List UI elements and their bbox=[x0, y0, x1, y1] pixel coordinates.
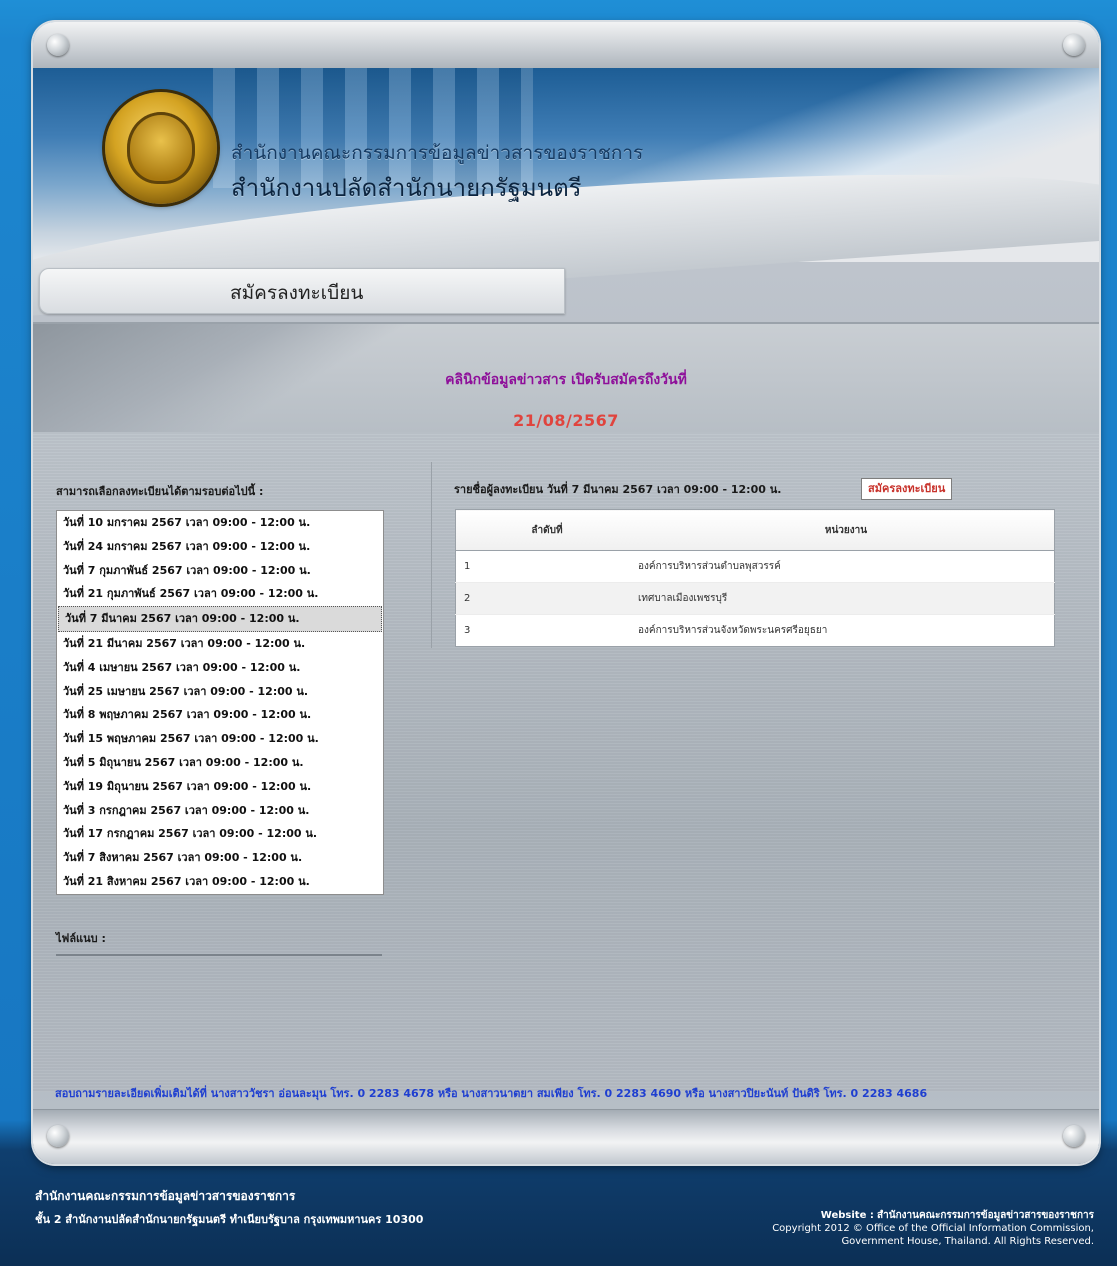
row-agency: องค์การบริหารส่วนตำบลพุสวรรค์ bbox=[638, 550, 1055, 583]
main-frame: สำนักงานคณะกรรมการข้อมูลข่าวสารของราชการ… bbox=[33, 22, 1099, 1164]
top-metal-bar bbox=[33, 22, 1099, 69]
register-tab-label: สมัครลงทะเบียน bbox=[230, 282, 364, 304]
bolt-icon bbox=[47, 34, 69, 56]
registrants-heading: รายชื่อผู้ลงทะเบียน วันที่ 7 มีนาคม 2567… bbox=[454, 483, 782, 496]
round-option[interactable]: วันที่ 8 พฤษภาคม 2567 เวลา 09:00 - 12:00… bbox=[57, 703, 383, 727]
bolt-icon bbox=[1063, 34, 1085, 56]
copyright-line-2: Government House, Thailand. All Rights R… bbox=[841, 1236, 1094, 1247]
bolt-icon bbox=[47, 1125, 69, 1147]
row-order: 3 bbox=[455, 614, 638, 647]
row-agency: องค์การบริหารส่วนจังหวัดพระนครศรีอยุธยา bbox=[638, 614, 1055, 647]
table-row: 1 องค์การบริหารส่วนตำบลพุสวรรค์ bbox=[455, 550, 1055, 583]
round-option[interactable]: วันที่ 21 มีนาคม 2567 เวลา 09:00 - 12:00… bbox=[57, 632, 383, 656]
attachment-divider bbox=[56, 954, 382, 956]
org-name: สำนักงานคณะกรรมการข้อมูลข่าวสารของราชการ bbox=[231, 142, 644, 164]
notice-text: คลินิกข้อมูลข่าวสาร เปิดรับสมัครถึงวันที… bbox=[445, 372, 687, 388]
table-row: 2 เทศบาลเมืองเพชรบุรี bbox=[455, 582, 1055, 615]
attachment-label: ไฟล์แนบ : bbox=[56, 932, 106, 945]
round-option[interactable]: วันที่ 10 มกราคม 2567 เวลา 09:00 - 12:00… bbox=[57, 511, 383, 535]
column-header-order: ลำดับที่ bbox=[455, 509, 638, 551]
round-option[interactable]: วันที่ 7 สิงหาคม 2567 เวลา 09:00 - 12:00… bbox=[57, 846, 383, 870]
office-name: สำนักงานปลัดสำนักนายกรัฐมนตรี bbox=[231, 174, 582, 202]
round-option[interactable]: วันที่ 25 เมษายน 2567 เวลา 09:00 - 12:00… bbox=[57, 680, 383, 704]
row-order: 1 bbox=[455, 550, 638, 583]
rounds-listbox[interactable]: วันที่ 10 มกราคม 2567 เวลา 09:00 - 12:00… bbox=[56, 510, 384, 895]
footer-copyright: Website : สำนักงานคณะกรรมการข้อมูลข่าวสา… bbox=[772, 1209, 1094, 1248]
round-option[interactable]: วันที่ 21 กุมภาพันธ์ 2567 เวลา 09:00 - 1… bbox=[57, 582, 383, 606]
copyright-line-1: Copyright 2012 © Office of the Official … bbox=[772, 1223, 1094, 1234]
round-option[interactable]: วันที่ 21 สิงหาคม 2567 เวลา 09:00 - 12:0… bbox=[57, 870, 383, 894]
register-tab[interactable]: สมัครลงทะเบียน bbox=[39, 268, 565, 314]
bottom-metal-bar bbox=[33, 1109, 1099, 1164]
register-button[interactable]: สมัครลงทะเบียน bbox=[861, 478, 953, 500]
footer-address: ชั้น 2 สำนักงานปลัดสำนักนายกรัฐมนตรี ทำเ… bbox=[35, 1213, 424, 1226]
column-header-agency: หน่วยงาน bbox=[638, 509, 1055, 551]
round-option[interactable]: วันที่ 4 เมษายน 2567 เวลา 09:00 - 12:00 … bbox=[57, 656, 383, 680]
round-option[interactable]: วันที่ 3 กรกฎาคม 2567 เวลา 09:00 - 12:00… bbox=[57, 799, 383, 823]
round-option[interactable]: วันที่ 7 มีนาคม 2567 เวลา 09:00 - 12:00 … bbox=[58, 606, 382, 632]
header-banner: สำนักงานคณะกรรมการข้อมูลข่าวสารของราชการ… bbox=[33, 68, 1099, 319]
government-seal-logo bbox=[105, 92, 217, 204]
round-option[interactable]: วันที่ 15 พฤษภาคม 2567 เวลา 09:00 - 12:0… bbox=[57, 727, 383, 751]
row-order: 2 bbox=[455, 582, 638, 615]
registrants-table: ลำดับที่ หน่วยงาน 1 องค์การบริหารส่วนตำบ… bbox=[455, 509, 1055, 647]
round-option[interactable]: วันที่ 24 มกราคม 2567 เวลา 09:00 - 12:00… bbox=[57, 535, 383, 559]
round-option[interactable]: วันที่ 5 มิถุนายน 2567 เวลา 09:00 - 12:0… bbox=[57, 751, 383, 775]
bolt-icon bbox=[1063, 1125, 1085, 1147]
rounds-heading: สามารถเลือกลงทะเบียนได้ตามรอบต่อไปนี้ : bbox=[56, 485, 264, 498]
footer-org: สำนักงานคณะกรรมการข้อมูลข่าวสารของราชการ bbox=[35, 1189, 296, 1203]
round-option[interactable]: วันที่ 17 กรกฎาคม 2567 เวลา 09:00 - 12:0… bbox=[57, 822, 383, 846]
round-option[interactable]: วันที่ 19 มิถุนายน 2567 เวลา 09:00 - 12:… bbox=[57, 775, 383, 799]
table-row: 3 องค์การบริหารส่วนจังหวัดพระนครศรีอยุธย… bbox=[455, 614, 1055, 647]
row-agency: เทศบาลเมืองเพชรบุรี bbox=[638, 582, 1055, 615]
contact-info: สอบถามรายละเอียดเพิ่มเติมได้ที่ นางสาววั… bbox=[55, 1087, 928, 1100]
website-link[interactable]: สำนักงานคณะกรรมการข้อมูลข่าวสารของราชการ bbox=[877, 1210, 1094, 1221]
notice-date: 21/08/2567 bbox=[513, 411, 619, 430]
round-option[interactable]: วันที่ 7 กุมภาพันธ์ 2567 เวลา 09:00 - 12… bbox=[57, 559, 383, 583]
website-label: Website : bbox=[820, 1210, 874, 1221]
